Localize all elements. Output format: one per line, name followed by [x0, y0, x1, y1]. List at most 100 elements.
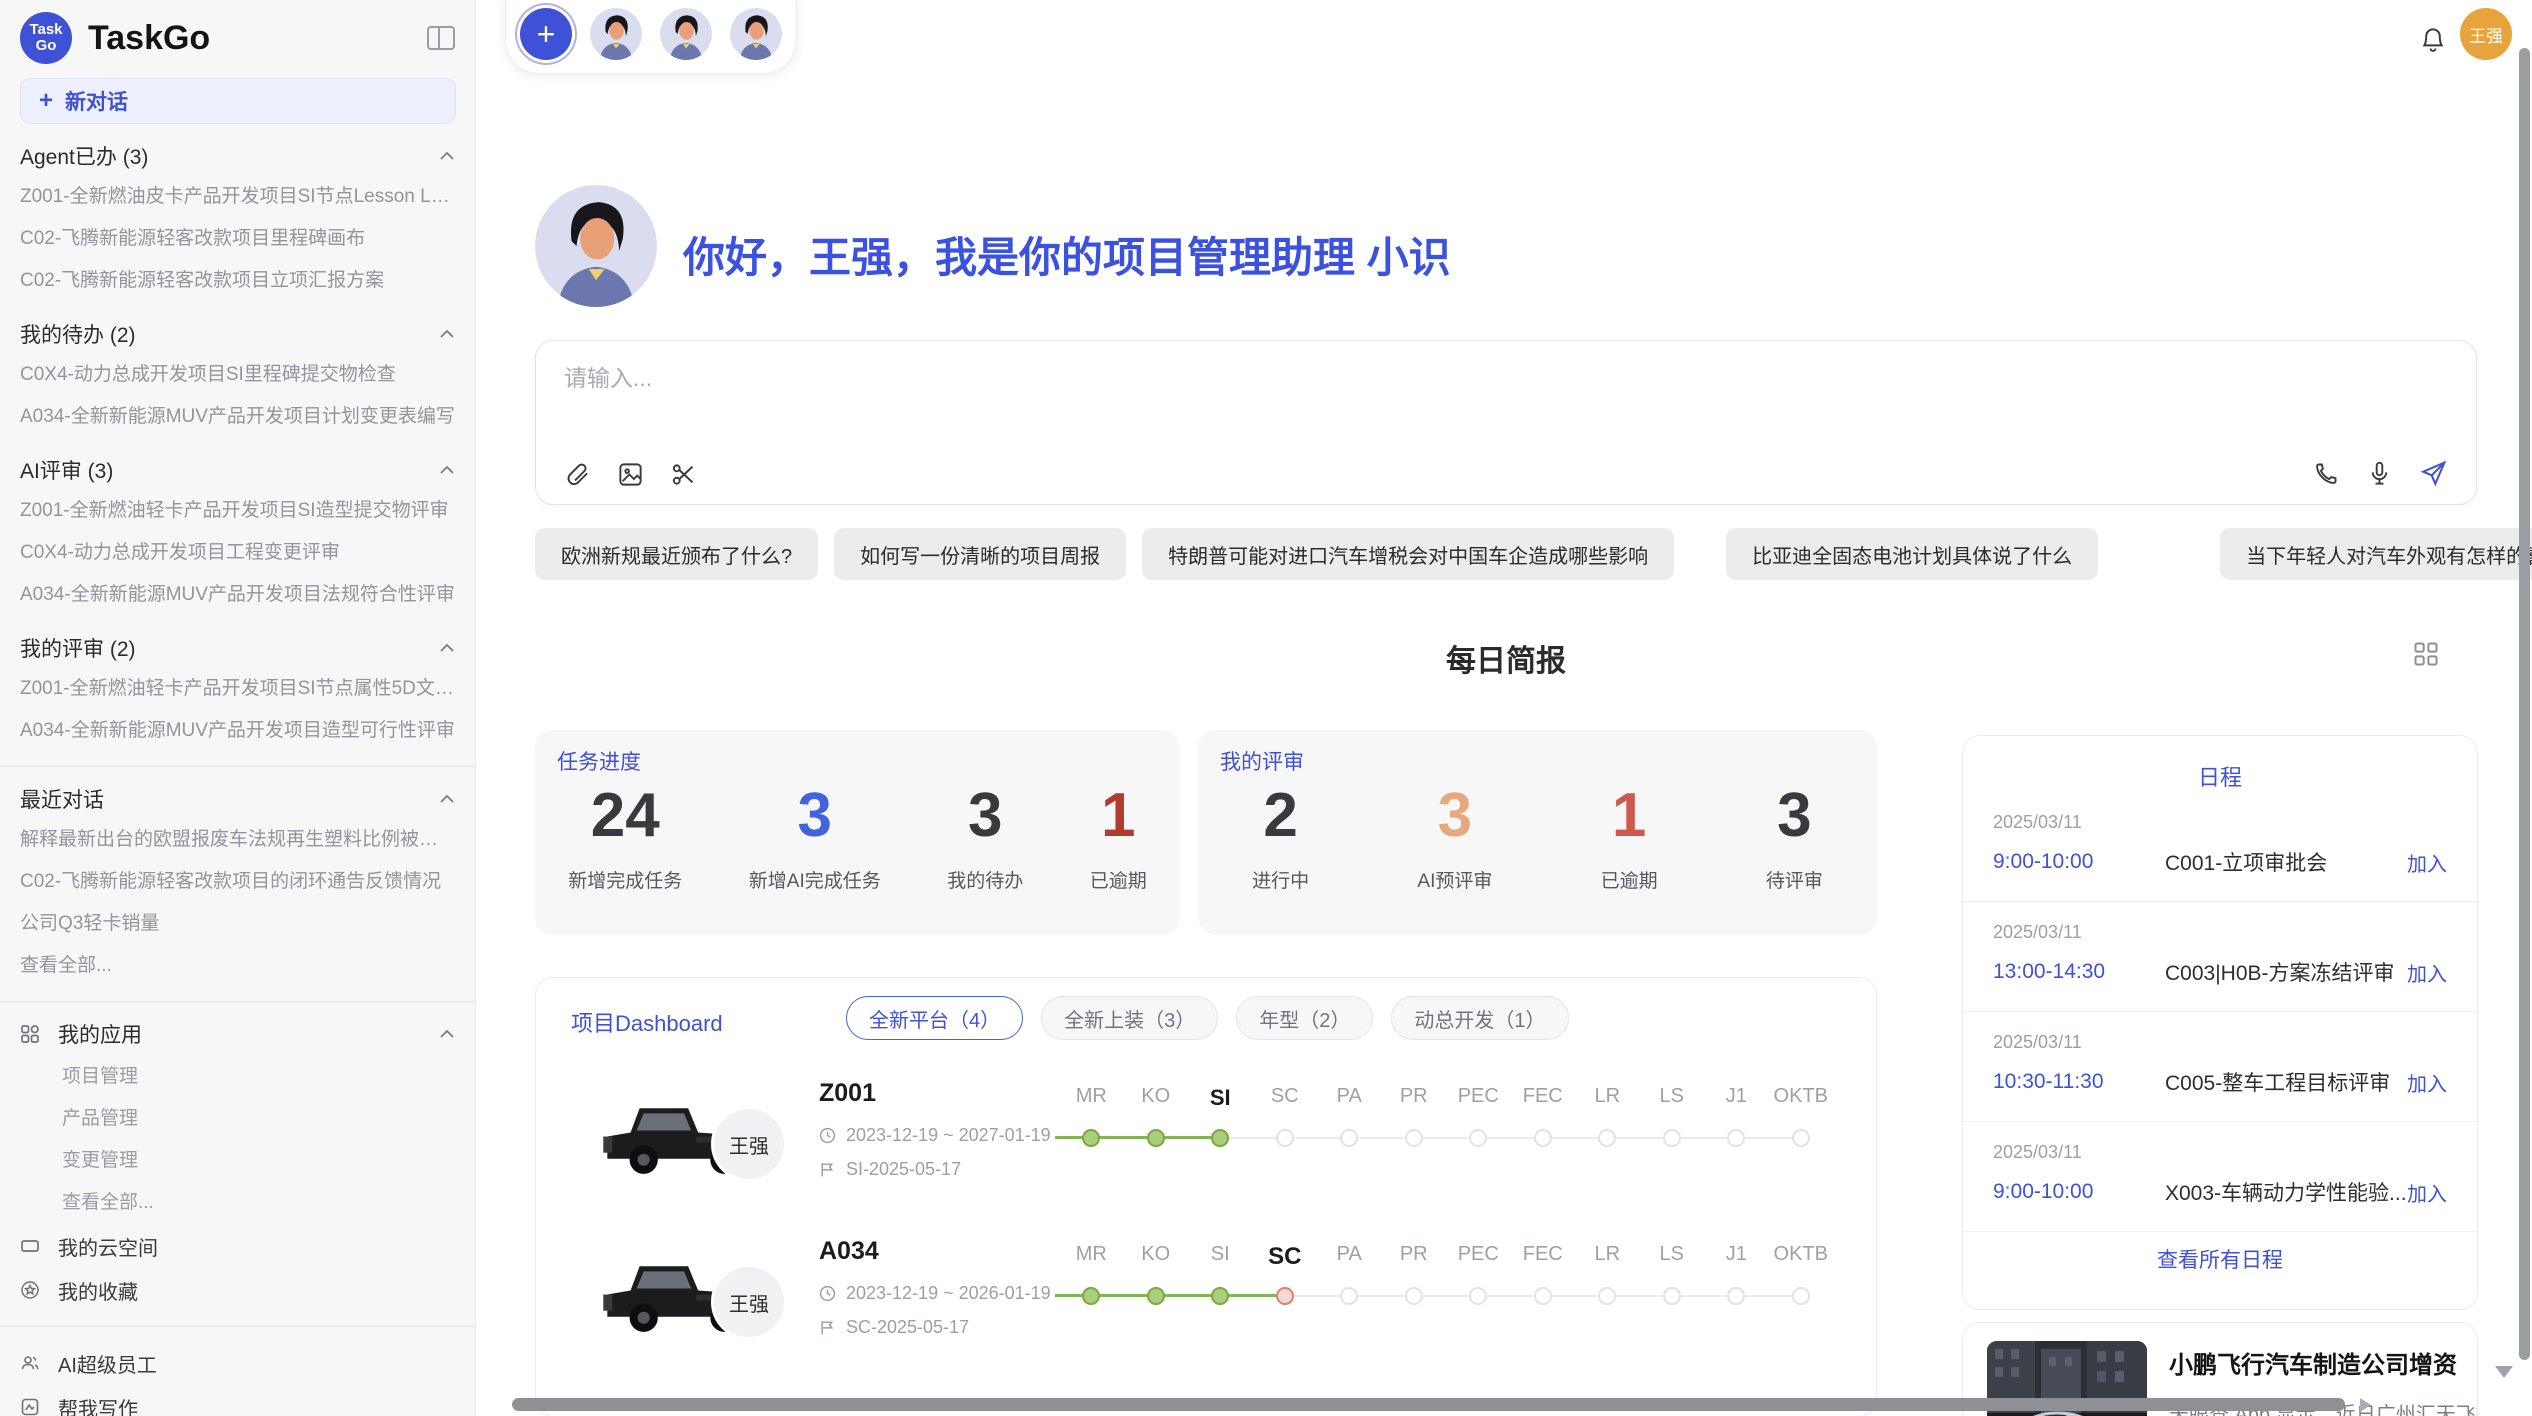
view-all-schedule-link[interactable]: 查看所有日程 [1963, 1244, 2477, 1274]
sidebar-scroll: Agent已办 (3) Z001-全新燃油皮卡产品开发项目SI节点Lesson … [0, 136, 475, 1416]
sidebar-item-help-write[interactable]: 帮我写作 [20, 1385, 455, 1416]
scissors-icon[interactable] [670, 461, 697, 488]
join-link[interactable]: 加入 [2407, 1068, 2447, 1097]
write-icon [20, 1397, 40, 1416]
grid-layout-icon[interactable] [2412, 640, 2440, 673]
suggestion-chip[interactable]: 当下年轻人对汽车外观有怎样的喜好趋势 [2220, 528, 2532, 580]
phone-icon[interactable] [2313, 460, 2340, 487]
sidebar-item[interactable]: Z001-全新燃油轻卡产品开发项目SI造型提交物评审 [20, 490, 455, 532]
send-icon[interactable] [2419, 459, 2448, 488]
stat-label: 待评审 [1766, 866, 1823, 893]
image-icon[interactable] [617, 461, 644, 488]
sidebar-collapse-icon[interactable] [427, 26, 455, 50]
app-item-change-mgmt[interactable]: 变更管理 [20, 1140, 455, 1182]
suggestion-chip[interactable]: 欧洲新规最近颁布了什么? [535, 528, 818, 580]
owner-badge: 王强 [711, 1264, 787, 1340]
stat-review-overdue: 1 已逾期 [1601, 782, 1658, 893]
sidebar-item[interactable]: A034-全新新能源MUV产品开发项目造型可行性评审 [20, 710, 455, 752]
app-view-all[interactable]: 查看全部... [20, 1182, 455, 1224]
sidebar-section-recent[interactable]: 最近对话 [20, 779, 455, 819]
project-dates: 2023-12-19 ~ 2026-01-19 [846, 1283, 1051, 1304]
recent-chat-item[interactable]: 解释最新出台的欧盟报废车法规再生塑料比例被调至15%... [20, 819, 455, 861]
chat-input[interactable] [564, 365, 1964, 392]
sidebar-item-cloud-space[interactable]: 我的云空间 [20, 1224, 455, 1268]
agent-avatar[interactable] [660, 8, 712, 60]
sidebar-section-agent-done[interactable]: Agent已办 (3) [20, 136, 455, 176]
suggestion-chip[interactable]: 特朗普可能对进口汽车增税会对中国车企造成哪些影响 [1142, 528, 1674, 580]
project-row[interactable]: 王强 A034 2023-12-19 ~ 2026-01-19 SC-2025-… [536, 1231, 1876, 1391]
join-link[interactable]: 加入 [2407, 848, 2447, 877]
filter-chip[interactable]: 动总开发（1） [1391, 996, 1568, 1040]
schedule-card: 日程 2025/03/11 9:00-10:00 C001-立项审批会 加入 2… [1962, 735, 2478, 1310]
new-chat-button[interactable]: + 新对话 [20, 78, 456, 124]
filter-chip[interactable]: 全新上装（3） [1041, 996, 1218, 1040]
app-item-product-mgmt[interactable]: 产品管理 [20, 1098, 455, 1140]
add-agent-button[interactable]: + [520, 8, 572, 60]
recent-chat-item[interactable]: C02-飞腾新能源轻客改款项目的闭环通告反馈情况 [20, 861, 455, 903]
schedule-item: 2025/03/11 13:00-14:30 C003|H0B-方案冻结评审 加… [1963, 902, 2477, 1012]
sidebar-section-my-review[interactable]: 我的评审 (2) [20, 628, 455, 668]
chevron-up-icon[interactable] [439, 794, 455, 804]
filter-chip[interactable]: 全新平台（4） [846, 996, 1023, 1040]
sidebar-divider [0, 1326, 475, 1327]
sidebar-section-ai-review[interactable]: AI评审 (3) [20, 450, 455, 490]
sidebar-item[interactable]: A034-全新新能源MUV产品开发项目法规符合性评审 [20, 574, 455, 616]
suggestion-chip[interactable]: 比亚迪全固态电池计划具体说了什么 [1726, 528, 2098, 580]
scroll-down-arrow[interactable] [2495, 1366, 2513, 1378]
filter-chip[interactable]: 年型（2） [1236, 996, 1373, 1040]
sidebar-item[interactable]: C0X4-动力总成开发项目SI里程碑提交物检查 [20, 354, 455, 396]
join-link[interactable]: 加入 [2407, 958, 2447, 987]
sidebar-item-favorites[interactable]: 我的收藏 [20, 1268, 455, 1312]
chevron-up-icon[interactable] [439, 151, 455, 161]
milestone-dot-done [1211, 1129, 1229, 1147]
schedule-date: 2025/03/11 [1993, 922, 2447, 943]
join-link[interactable]: 加入 [2407, 1178, 2447, 1207]
card-title: 任务进度 [557, 746, 641, 776]
sidebar-header: Task Go TaskGo [0, 0, 475, 72]
schedule-time: 9:00-10:00 [1993, 1180, 2165, 1204]
assistant-avatar [535, 185, 657, 307]
chevron-up-icon[interactable] [439, 643, 455, 653]
stat-label: 新增完成任务 [568, 866, 682, 893]
microphone-icon[interactable] [2366, 460, 2393, 487]
sidebar-item[interactable]: C0X4-动力总成开发项目工程变更评审 [20, 532, 455, 574]
schedule-item: 2025/03/11 9:00-10:00 C001-立项审批会 加入 [1963, 792, 2477, 902]
stat-value: 3 [1766, 782, 1823, 850]
milestone-dot [1792, 1129, 1810, 1147]
sidebar-item[interactable]: Z001-全新燃油皮卡产品开发项目SI节点Lesson Learn报告 [20, 176, 455, 218]
schedule-item: 2025/03/11 10:30-11:30 C005-整车工程目标评审 加入 [1963, 1012, 2477, 1122]
scroll-right-arrow[interactable] [2360, 1398, 2371, 1412]
recent-view-all[interactable]: 查看全部... [20, 945, 455, 987]
sidebar-section-my-todo[interactable]: 我的待办 (2) [20, 314, 455, 354]
user-avatar[interactable]: 王强 [2460, 8, 2512, 60]
chevron-up-icon[interactable] [439, 1029, 455, 1039]
sidebar-my-apps[interactable]: 我的应用 [20, 1012, 455, 1056]
milestone-dot [1727, 1287, 1745, 1305]
section-title: 我的评审 (2) [20, 633, 136, 663]
agent-avatar[interactable] [730, 8, 782, 60]
sidebar: Task Go TaskGo + 新对话 Agent已办 (3) Z001-全新… [0, 0, 476, 1416]
milestone-labels: MRKOSISCPAPRPECFECLRLSJ1OKTB [1059, 1085, 1833, 1111]
app-item-project-mgmt[interactable]: 项目管理 [20, 1056, 455, 1098]
sidebar-item[interactable]: A034-全新新能源MUV产品开发项目计划变更表编写 [20, 396, 455, 438]
vertical-scrollbar[interactable] [2519, 48, 2530, 1360]
milestone-track [1059, 1287, 1833, 1307]
schedule-time: 13:00-14:30 [1993, 960, 2165, 984]
milestone-dot [1405, 1287, 1423, 1305]
notification-bell-icon[interactable] [2418, 22, 2448, 59]
sidebar-item[interactable]: C02-飞腾新能源轻客改款项目里程碑画布 [20, 218, 455, 260]
milestone-dot-done [1147, 1129, 1165, 1147]
sidebar-item[interactable]: C02-飞腾新能源轻客改款项目立项汇报方案 [20, 260, 455, 302]
horizontal-scrollbar[interactable] [512, 1398, 2345, 1411]
schedule-item: 2025/03/11 9:00-10:00 X003-车辆动力学性能验... 加… [1963, 1122, 2477, 1232]
project-row[interactable]: 王强 Z001 2023-12-19 ~ 2027-01-19 SI-2025-… [536, 1073, 1876, 1233]
suggestion-chip[interactable]: 如何写一份清晰的项目周报 [834, 528, 1126, 580]
sidebar-item-ai-staff[interactable]: AI超级员工 [20, 1341, 455, 1385]
stat-new-ai-done: 3 新增AI完成任务 [749, 782, 881, 893]
agent-avatar[interactable] [590, 8, 642, 60]
chevron-up-icon[interactable] [439, 465, 455, 475]
recent-chat-item[interactable]: 公司Q3轻卡销量 [20, 903, 455, 945]
sidebar-item[interactable]: Z001-全新燃油轻卡产品开发项目SI节点属性5D文件评审 [20, 668, 455, 710]
chevron-up-icon[interactable] [439, 329, 455, 339]
paperclip-icon[interactable] [564, 461, 591, 488]
